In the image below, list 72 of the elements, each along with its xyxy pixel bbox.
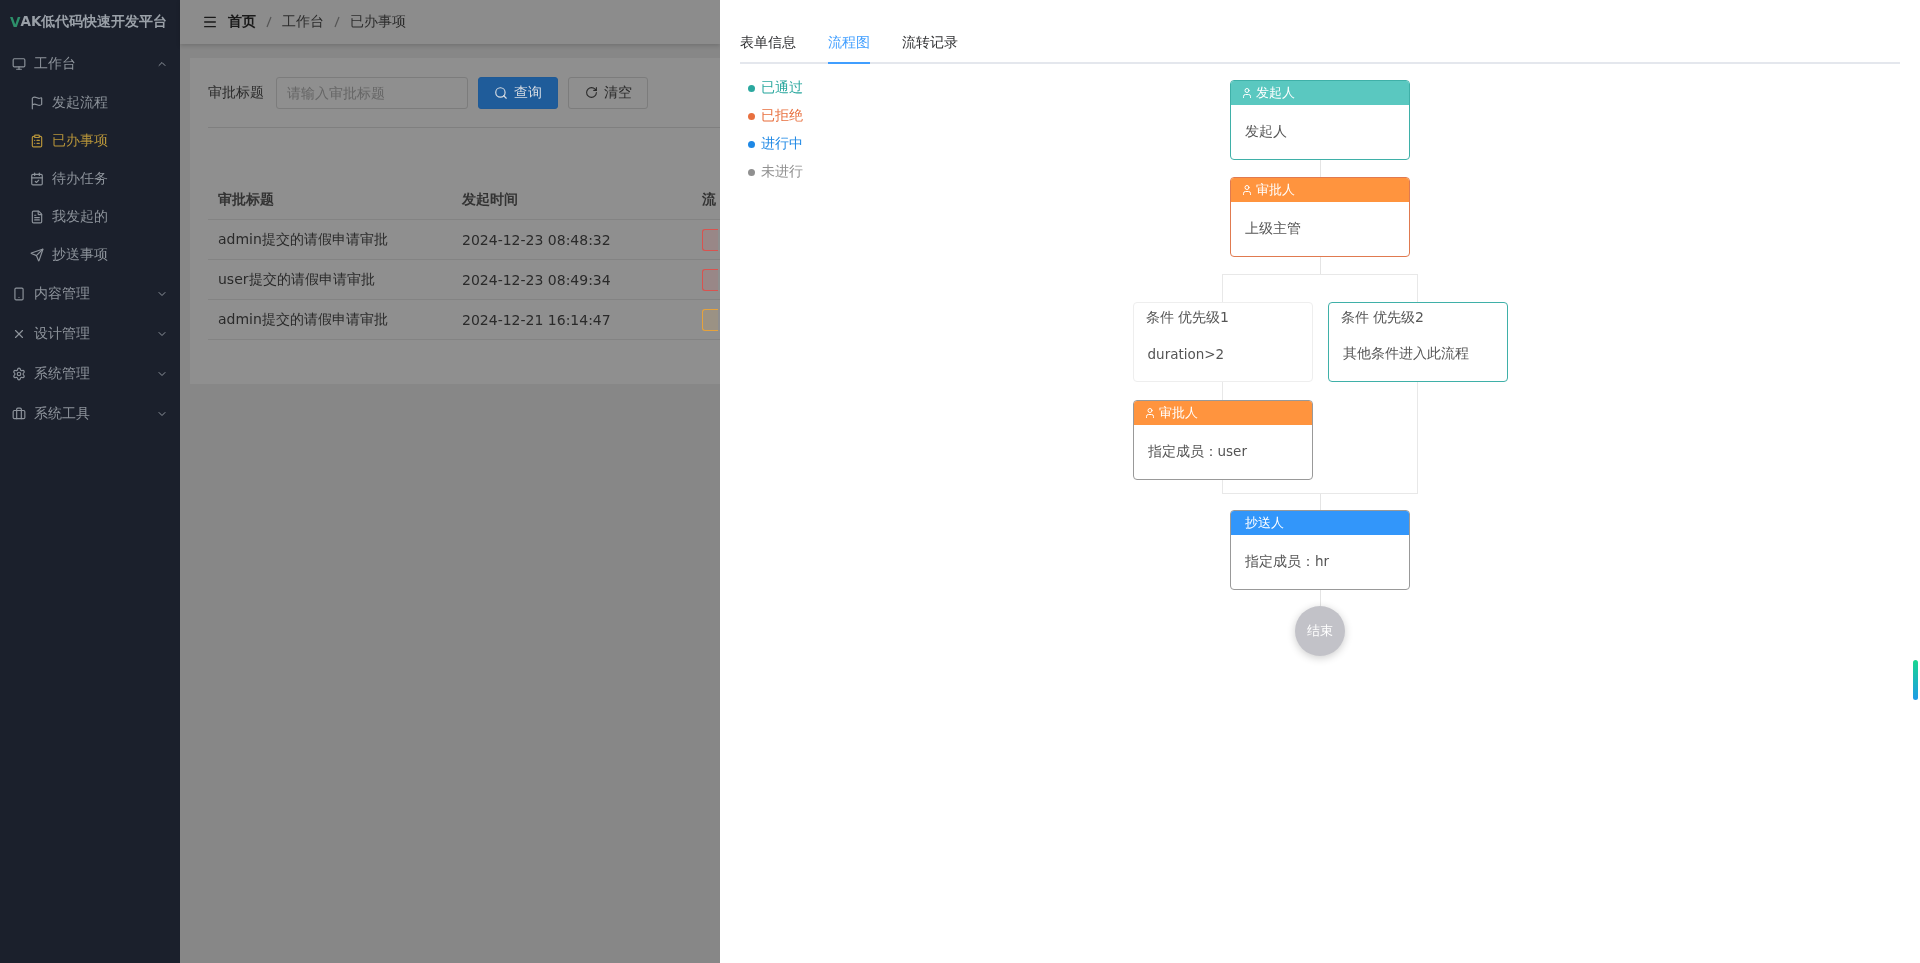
side-handle[interactable]: [1913, 660, 1918, 700]
search-icon: [494, 85, 508, 100]
menu-group[interactable]: 系统工具: [0, 394, 180, 434]
menu-item[interactable]: 已办事项: [0, 122, 180, 160]
separator-icon: [266, 16, 272, 28]
separator-icon: [334, 16, 340, 28]
menu-group[interactable]: 内容管理: [0, 274, 180, 314]
node-body: 发起人: [1244, 122, 1288, 141]
column-header: 审批标题: [218, 190, 275, 209]
node-body: 指定成员：user: [1146, 442, 1248, 461]
menu-group[interactable]: 设计管理: [0, 314, 180, 354]
app-title: AK低代码快速开发平台: [20, 13, 168, 31]
node-title: 抄送人: [1245, 514, 1284, 532]
legend-label: 未进行: [761, 163, 803, 181]
table-cell-text: 2024-12-23 08:49:34: [462, 271, 612, 288]
condition-title: 条件 优先级2: [1339, 308, 1425, 327]
tab[interactable]: 流转记录: [902, 26, 958, 64]
refresh-icon: [584, 86, 598, 99]
node-title: 审批人: [1158, 404, 1198, 422]
field-label: 审批标题: [208, 83, 264, 102]
end-node: 结束: [1295, 606, 1345, 656]
phone-icon: [12, 287, 26, 301]
table-cell-text: 2024-12-23 08:48:32: [462, 231, 612, 248]
legend-label: 进行中: [761, 135, 803, 153]
table-cell-text: admin提交的请假申请审批: [218, 230, 389, 249]
flow-node[interactable]: 审批人 指定成员：user: [1132, 400, 1313, 480]
node-body: 指定成员：hr: [1244, 552, 1331, 571]
flow-node[interactable]: 抄送人 指定成员：hr: [1230, 510, 1410, 590]
table-cell-text: user提交的请假申请审批: [218, 270, 376, 289]
menu-icon[interactable]: [202, 14, 218, 30]
tab[interactable]: 表单信息: [740, 26, 796, 64]
flow-node[interactable]: 审批人 上级主管: [1230, 177, 1410, 257]
column-header: 发起时间: [462, 190, 519, 209]
flag-icon: [30, 96, 44, 110]
menu-group[interactable]: 系统管理: [0, 354, 180, 394]
briefcase-icon: [12, 407, 26, 421]
paper-plane-icon: [30, 248, 44, 262]
legend-label: 已通过: [761, 79, 803, 97]
user-icon: [1241, 87, 1253, 99]
node-title: 审批人: [1256, 181, 1295, 199]
clear-button[interactable]: 清空: [568, 76, 648, 109]
menu-item[interactable]: 抄送事项: [0, 236, 180, 274]
menu-item[interactable]: 发起流程: [0, 84, 180, 122]
condition-title: 条件 优先级1: [1144, 308, 1230, 327]
document-icon: [30, 210, 44, 224]
monitor-icon: [12, 57, 26, 71]
column-header: 流: [702, 190, 717, 209]
breadcrumb-item[interactable]: 首页: [228, 13, 256, 31]
condition-card[interactable]: 条件 优先级1 duration>2: [1132, 302, 1313, 382]
condition-body: 其他条件进入此流程: [1341, 344, 1470, 363]
user-icon: [1143, 407, 1156, 419]
calendar-icon: [30, 172, 44, 186]
flow-node[interactable]: 发起人 发起人: [1230, 80, 1410, 160]
legend-label: 已拒绝: [761, 107, 803, 125]
condition-card[interactable]: 条件 优先级2 其他条件进入此流程: [1327, 302, 1508, 382]
user-icon: [1241, 184, 1253, 196]
breadcrumb-item[interactable]: 工作台: [282, 13, 324, 31]
breadcrumb-item[interactable]: 已办事项: [350, 13, 406, 31]
settings-icon: [12, 367, 26, 381]
table-cell-text: 2024-12-21 16:14:47: [462, 311, 612, 328]
search-button[interactable]: 查询: [478, 76, 558, 109]
condition-body: duration>2: [1146, 345, 1226, 364]
menu-item[interactable]: 我发起的: [0, 198, 180, 236]
menu-item[interactable]: 待办任务: [0, 160, 180, 198]
menu-group[interactable]: 工作台: [0, 44, 180, 84]
cross-icon: [12, 327, 26, 341]
list-icon: [30, 134, 44, 148]
node-body: 上级主管: [1244, 219, 1302, 238]
table-cell-text: admin提交的请假申请审批: [218, 310, 389, 329]
logo-mark: V: [10, 14, 21, 30]
tab[interactable]: 流程图: [828, 26, 870, 64]
node-title: 发起人: [1256, 84, 1295, 102]
